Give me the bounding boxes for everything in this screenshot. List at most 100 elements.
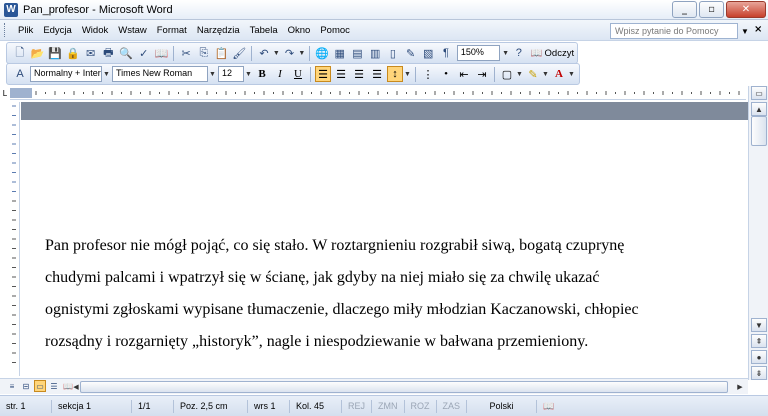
tab-selector-icon[interactable]: L bbox=[0, 86, 10, 100]
increase-indent-icon[interactable]: ⇥ bbox=[474, 66, 490, 82]
document-close-button[interactable]: × bbox=[754, 24, 762, 35]
justify-icon[interactable]: ☰ bbox=[369, 66, 385, 82]
font-size-select[interactable]: 12 bbox=[218, 66, 244, 82]
status-ext[interactable]: ROZ bbox=[405, 399, 437, 413]
columns-icon[interactable]: ▯ bbox=[385, 45, 401, 61]
horizontal-scroll-track[interactable] bbox=[80, 381, 748, 393]
horizontal-scroll-thumb[interactable] bbox=[80, 381, 728, 393]
print-preview-icon[interactable]: 🔍 bbox=[118, 45, 134, 61]
borders-dropdown-icon[interactable]: ▼ bbox=[516, 71, 524, 78]
outline-view-icon[interactable]: ☰ bbox=[48, 380, 60, 392]
open-folder-icon[interactable]: 📂 bbox=[30, 45, 46, 61]
browse-object-icon[interactable]: ● bbox=[751, 350, 767, 364]
menu-format[interactable]: Format bbox=[152, 25, 192, 36]
document-map-icon[interactable]: ▧ bbox=[420, 45, 436, 61]
menu-narzedzia[interactable]: Narzędzia bbox=[192, 25, 245, 36]
status-bar: str. 1 sekcja 1 1/1 Poz. 2,5 cm wrs 1 Ko… bbox=[0, 395, 768, 416]
menu-wstaw[interactable]: Wstaw bbox=[113, 25, 152, 36]
status-trk[interactable]: ZMN bbox=[372, 399, 405, 413]
permission-icon[interactable]: 🔒 bbox=[65, 45, 81, 61]
align-right-icon[interactable]: ☰ bbox=[351, 66, 367, 82]
word-app-icon[interactable]: W bbox=[4, 2, 18, 17]
hyperlink-icon[interactable]: 🌐 bbox=[314, 45, 330, 61]
redo-icon[interactable]: ↷ bbox=[282, 45, 298, 61]
paragraph-line: ognistymi zgłoskami wypisane tłumaczenie… bbox=[45, 301, 639, 318]
document-body[interactable]: Pan profesor nie mógł pojąć, co się stał… bbox=[45, 230, 735, 358]
vertical-ruler[interactable] bbox=[8, 102, 20, 376]
decrease-indent-icon[interactable]: ⇤ bbox=[456, 66, 472, 82]
menu-pomoc[interactable]: Pomoc bbox=[315, 25, 355, 36]
horizontal-ruler[interactable] bbox=[10, 86, 746, 100]
status-rec[interactable]: REJ bbox=[342, 399, 373, 413]
drawing-icon[interactable]: ✎ bbox=[403, 45, 419, 61]
paste-icon[interactable]: 📋 bbox=[214, 45, 230, 61]
read-button[interactable]: 📖 Odczyt bbox=[528, 48, 577, 59]
underline-button[interactable]: U bbox=[290, 66, 306, 82]
print-layout-icon[interactable]: ▭ bbox=[34, 380, 46, 392]
font-select[interactable]: Times New Roman bbox=[112, 66, 208, 82]
cut-icon[interactable]: ✂ bbox=[178, 45, 194, 61]
zoom-dropdown-icon[interactable]: ▼ bbox=[502, 50, 510, 57]
style-select[interactable]: Normalny + Inter bbox=[30, 66, 102, 82]
maximize-button[interactable]: ▫ bbox=[699, 1, 724, 18]
research-icon[interactable]: 📖 bbox=[154, 45, 170, 61]
numbering-icon[interactable]: ⋮ bbox=[420, 66, 436, 82]
minimize-button[interactable]: _ bbox=[672, 1, 697, 18]
print-icon[interactable]: 🖶 bbox=[101, 45, 117, 61]
vertical-scrollbar[interactable]: ▭ ▲ ▼ ⇞ ● ⇟ bbox=[748, 86, 768, 380]
spelling-icon[interactable]: ✓ bbox=[136, 45, 152, 61]
help-icon[interactable]: ? bbox=[511, 45, 527, 61]
styles-formatting-icon[interactable]: A bbox=[12, 66, 28, 82]
align-center-icon[interactable]: ☰ bbox=[333, 66, 349, 82]
status-language[interactable]: Polski bbox=[467, 399, 538, 413]
insert-table-icon[interactable]: ▤ bbox=[350, 45, 366, 61]
menu-tabela[interactable]: Tabela bbox=[245, 25, 283, 36]
new-document-icon[interactable]: 🗋 bbox=[12, 45, 28, 61]
scroll-up-icon[interactable]: ▲ bbox=[751, 102, 767, 116]
line-spacing-icon[interactable]: ↕ bbox=[387, 66, 403, 82]
redo-dropdown-icon[interactable]: ▼ bbox=[298, 50, 306, 57]
tables-borders-icon[interactable]: ▦ bbox=[332, 45, 348, 61]
help-dropdown-icon[interactable]: ▼ bbox=[740, 23, 750, 39]
status-ovr[interactable]: ZAS bbox=[437, 399, 468, 413]
scroll-right-icon[interactable]: ▶ bbox=[734, 381, 746, 393]
email-icon[interactable]: ✉ bbox=[83, 45, 99, 61]
status-page: str. 1 bbox=[0, 399, 52, 413]
show-formatting-icon[interactable]: ¶ bbox=[438, 45, 454, 61]
borders-icon[interactable]: ▢ bbox=[499, 66, 515, 82]
normal-view-icon[interactable]: ≡ bbox=[6, 380, 18, 392]
next-page-icon[interactable]: ⇟ bbox=[751, 366, 767, 380]
menu-widok[interactable]: Widok bbox=[77, 25, 113, 36]
spelling-status-icon[interactable]: 📖 bbox=[537, 400, 560, 413]
help-search-input[interactable]: Wpisz pytanie do Pomocy bbox=[610, 23, 738, 39]
insert-excel-icon[interactable]: ▥ bbox=[367, 45, 383, 61]
vertical-scroll-thumb[interactable] bbox=[751, 116, 767, 146]
style-dropdown-icon[interactable]: ▼ bbox=[103, 71, 111, 78]
copy-icon[interactable]: ⎘ bbox=[196, 45, 212, 61]
zoom-select[interactable]: 150% bbox=[456, 45, 501, 61]
font-size-dropdown-icon[interactable]: ▼ bbox=[245, 71, 253, 78]
close-button[interactable]: ✕ bbox=[726, 1, 766, 18]
highlight-icon[interactable]: ✎ bbox=[525, 66, 541, 82]
font-color-dropdown-icon[interactable]: ▼ bbox=[568, 71, 576, 78]
highlight-dropdown-icon[interactable]: ▼ bbox=[542, 71, 550, 78]
save-icon[interactable]: 💾 bbox=[47, 45, 63, 61]
undo-icon[interactable]: ↶ bbox=[256, 45, 272, 61]
ruler-toggle-icon[interactable]: ▭ bbox=[751, 86, 767, 100]
format-painter-icon[interactable]: 🖌 bbox=[231, 45, 247, 61]
scroll-down-icon[interactable]: ▼ bbox=[751, 318, 767, 332]
menubar-grip[interactable] bbox=[4, 23, 7, 37]
font-dropdown-icon[interactable]: ▼ bbox=[209, 71, 217, 78]
italic-button[interactable]: I bbox=[272, 66, 288, 82]
line-spacing-dropdown-icon[interactable]: ▼ bbox=[404, 71, 412, 78]
align-left-icon[interactable]: ☰ bbox=[315, 66, 331, 82]
bold-button[interactable]: B bbox=[254, 66, 270, 82]
previous-page-icon[interactable]: ⇞ bbox=[751, 334, 767, 348]
menu-edycja[interactable]: Edycja bbox=[38, 25, 77, 36]
undo-dropdown-icon[interactable]: ▼ bbox=[273, 50, 281, 57]
menu-okno[interactable]: Okno bbox=[283, 25, 316, 36]
menu-plik[interactable]: Plik bbox=[13, 25, 38, 36]
bullets-icon[interactable]: • bbox=[438, 66, 454, 82]
web-layout-icon[interactable]: ⊟ bbox=[20, 380, 32, 392]
font-color-icon[interactable]: A bbox=[551, 66, 567, 82]
